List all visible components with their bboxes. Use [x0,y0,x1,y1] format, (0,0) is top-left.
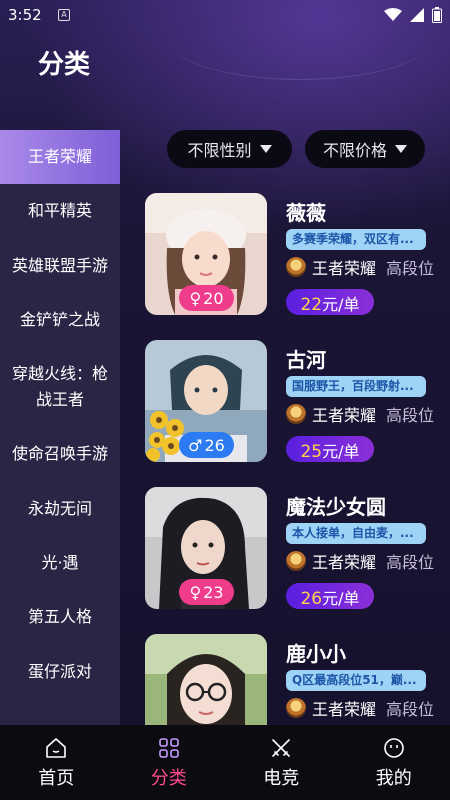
nav-home[interactable]: 首页 [0,725,113,800]
player-photo: ♂ 26 [145,340,267,462]
crossed-swords-icon [272,739,291,757]
battery-icon [432,7,442,23]
player-description: 国服野王，百段野射... [286,376,426,397]
game-info: 王者荣耀 高段位 [286,256,434,278]
player-photo: ♀ 20 [145,193,267,315]
sidebar-item-naraka[interactable]: 永劫无间 [0,481,120,535]
player-name: 薇薇 [286,201,326,225]
player-card[interactable]: ♀ 20 薇薇 多赛季荣耀，双区有... 王者荣耀 高段位 22 元/单 [145,193,435,340]
nav-category[interactable]: 分类 [113,725,226,800]
nav-mine[interactable]: 我的 [338,725,450,800]
age-value: 23 [203,582,224,602]
signal-icon [410,8,424,22]
gender-filter-dropdown[interactable]: 不限性别 [167,130,292,168]
nav-label-home: 首页 [38,768,75,789]
price-tag[interactable]: 22 元/单 [286,289,374,315]
dropdown-arrow-icon [395,145,407,153]
player-card[interactable]: 鹿小小 Q区最高段位51，巅... 王者荣耀 高段位 [145,634,435,725]
player-name: 古河 [286,348,326,372]
smiley-icon [383,738,404,758]
sidebar-item-crossfire[interactable]: 穿越火线：枪战王者 [0,347,120,427]
player-list: ♀ 20 薇薇 多赛季荣耀，双区有... 王者荣耀 高段位 22 元/单 ♂ 2… [145,193,435,725]
gender-age-badge: ♂ 26 [179,432,234,458]
player-description: 本人接单，自由麦，... [286,523,426,544]
game-logo-icon [286,551,306,571]
sidebar-item-jinchanchan[interactable]: 金铲铲之战 [0,293,120,347]
home-icon [46,738,67,758]
player-photo [145,634,267,725]
page-title: 分类 [38,50,91,80]
player-card[interactable]: ♂ 26 古河 国服野王，百段野射... 王者荣耀 高段位 25 元/单 [145,340,435,487]
female-icon: ♀ [189,582,202,602]
game-logo-icon [286,257,306,277]
notification-a-icon: A [58,9,70,21]
sidebar-item-wangzhe[interactable]: 王者荣耀 [0,130,120,185]
sidebar-item-cod-mobile[interactable]: 使命召唤手游 [0,427,120,481]
game-logo-icon [286,698,306,718]
game-info: 王者荣耀 高段位 [286,403,434,425]
age-value: 20 [203,288,224,308]
game-rank: 高段位 [386,700,435,719]
player-description: 多赛季荣耀，双区有... [286,229,426,250]
female-icon: ♀ [189,288,202,308]
category-sidebar: 王者荣耀 和平精英 英雄联盟手游 金铲铲之战 穿越火线：枪战王者 使命召唤手游 … [0,130,120,725]
price-unit: 元/单 [322,295,360,314]
wifi-icon [384,8,402,21]
male-icon: ♂ [188,435,203,455]
nav-label-category: 分类 [150,768,187,789]
player-name: 魔法少女圆 [286,495,386,519]
category-grid-icon [158,738,179,758]
player-photo: ♀ 23 [145,487,267,609]
bottom-navigation: 首页 分类 电竞 我的 [0,725,450,800]
player-description: Q区最高段位51，巅... [286,670,426,691]
game-logo-icon [286,404,306,424]
price-value: 22 [300,295,323,315]
price-unit: 元/单 [322,589,360,608]
age-value: 26 [204,435,225,455]
status-time: 3:52 [8,6,42,24]
system-icons [384,6,442,24]
price-value: 25 [300,442,323,462]
status-bar: 3:52 A [0,0,450,32]
gender-age-badge: ♀ 23 [179,579,234,605]
price-tag[interactable]: 25 元/单 [286,436,374,462]
gender-age-badge: ♀ 20 [179,285,234,311]
dropdown-arrow-icon [259,145,272,153]
gender-filter-label: 不限性别 [187,141,252,160]
sidebar-item-identity-v[interactable]: 第五人格 [0,590,120,644]
game-name: 王者荣耀 [312,700,377,719]
price-value: 26 [300,589,323,609]
game-info: 王者荣耀 高段位 [286,697,434,719]
game-name: 王者荣耀 [312,406,377,425]
nav-label-esports: 电竞 [263,768,300,789]
game-rank: 高段位 [386,406,435,425]
game-rank: 高段位 [386,553,435,572]
price-filter-label: 不限价格 [322,141,387,160]
player-card[interactable]: ♀ 23 魔法少女圆 本人接单，自由麦，... 王者荣耀 高段位 26 元/单 [145,487,435,634]
sidebar-item-heping[interactable]: 和平精英 [0,184,120,238]
nav-label-mine: 我的 [375,768,412,789]
sidebar-item-lol-mobile[interactable]: 英雄联盟手游 [0,239,120,293]
game-name: 王者荣耀 [312,553,377,572]
price-tag[interactable]: 26 元/单 [286,583,374,609]
game-info: 王者荣耀 高段位 [286,550,434,572]
price-filter-dropdown[interactable]: 不限价格 [305,130,425,168]
sidebar-item-eggy-party[interactable]: 蛋仔派对 [0,644,120,698]
game-rank: 高段位 [386,259,435,278]
game-name: 王者荣耀 [312,259,377,278]
nav-esports[interactable]: 电竞 [225,725,338,800]
sidebar-item-sky[interactable]: 光·遇 [0,536,120,590]
price-unit: 元/单 [322,442,360,461]
player-name: 鹿小小 [286,642,346,666]
